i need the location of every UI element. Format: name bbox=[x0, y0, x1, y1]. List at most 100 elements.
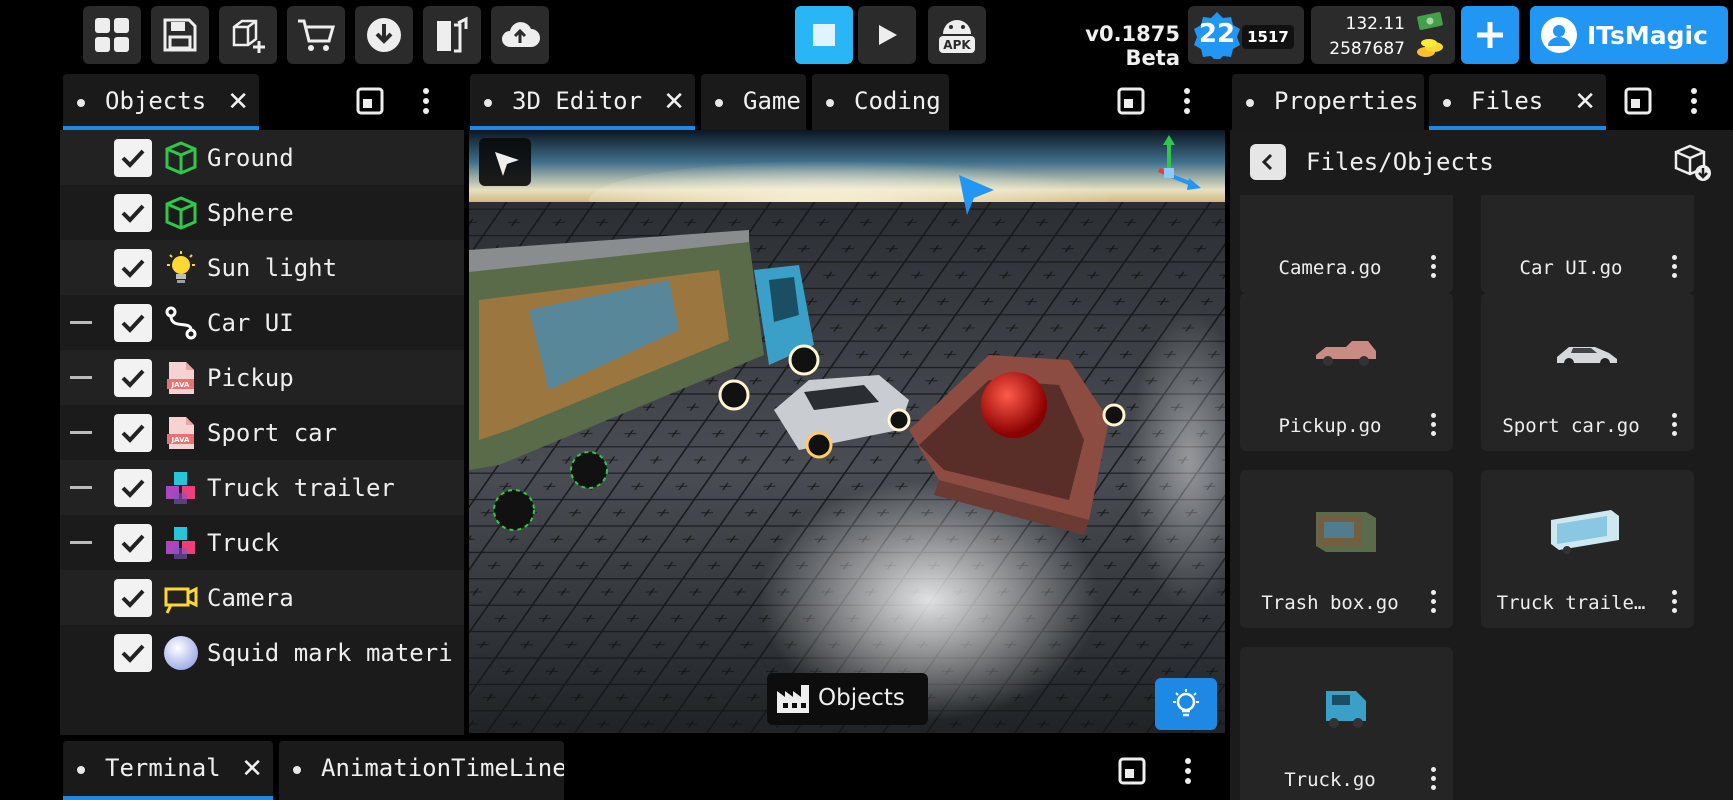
cloud-upload-button[interactable] bbox=[491, 6, 549, 64]
tab-objects[interactable]: Objects ✕ bbox=[63, 74, 259, 130]
object-row[interactable]: JAVA Sport car bbox=[60, 405, 464, 460]
visibility-checkbox[interactable] bbox=[114, 359, 152, 397]
more-vert-icon[interactable] bbox=[1172, 86, 1202, 116]
coins-icon bbox=[1417, 39, 1443, 57]
object-row[interactable]: Car UI bbox=[60, 295, 464, 350]
editor-tabbar: 3D Editor ✕ Game Coding bbox=[469, 70, 1225, 130]
tab-dot bbox=[293, 766, 301, 774]
file-card[interactable]: Truck traile… bbox=[1481, 470, 1694, 628]
stop-button[interactable] bbox=[795, 6, 853, 64]
truck-icon bbox=[1306, 675, 1386, 735]
add-currency-button[interactable] bbox=[1461, 6, 1519, 64]
save-icon bbox=[163, 18, 197, 52]
maximize-icon[interactable] bbox=[1623, 86, 1653, 116]
close-icon[interactable]: ✕ bbox=[227, 87, 249, 117]
objects-overlay-button[interactable]: Objects bbox=[767, 673, 928, 725]
collapse-icon[interactable] bbox=[70, 376, 92, 379]
object-row[interactable]: Camera bbox=[60, 570, 464, 625]
lighting-toggle-button[interactable] bbox=[1155, 678, 1217, 730]
visibility-checkbox[interactable] bbox=[114, 139, 152, 177]
more-vert-icon[interactable] bbox=[1431, 413, 1437, 437]
visibility-checkbox[interactable] bbox=[114, 249, 152, 287]
file-card[interactable]: Pickup.go bbox=[1240, 293, 1453, 451]
cubes-icon bbox=[162, 524, 200, 562]
object-row[interactable]: Sun light bbox=[60, 240, 464, 295]
object-row[interactable]: Ground bbox=[60, 130, 464, 185]
visibility-checkbox[interactable] bbox=[114, 414, 152, 452]
mesh-icon bbox=[162, 194, 200, 232]
tab-terminal[interactable]: Terminal ✕ bbox=[63, 741, 273, 800]
check-icon bbox=[121, 424, 145, 443]
light-bulb-icon bbox=[162, 249, 200, 287]
tab-animation-timeline[interactable]: AnimationTimeLine bbox=[279, 741, 564, 800]
import-package-icon[interactable] bbox=[1672, 142, 1712, 182]
apk-build-button[interactable]: APK bbox=[928, 6, 986, 64]
add-object-button[interactable] bbox=[219, 6, 277, 64]
visibility-checkbox[interactable] bbox=[114, 194, 152, 232]
version-label: v0.1875 Beta bbox=[1085, 22, 1180, 70]
maximize-icon[interactable] bbox=[1117, 756, 1147, 786]
cash-amount: 132.11 bbox=[1345, 14, 1405, 34]
object-row[interactable]: Truck bbox=[60, 515, 464, 570]
more-vert-icon[interactable] bbox=[1672, 590, 1678, 614]
visibility-checkbox[interactable] bbox=[114, 634, 152, 672]
visibility-checkbox[interactable] bbox=[114, 524, 152, 562]
collapse-icon[interactable] bbox=[70, 486, 92, 489]
tab-coding[interactable]: Coding bbox=[812, 74, 949, 130]
level-badge[interactable]: 22 1517 bbox=[1188, 6, 1304, 64]
object-row[interactable]: Squid mark materi bbox=[60, 625, 464, 680]
back-button[interactable] bbox=[1250, 144, 1286, 180]
grid-button[interactable] bbox=[83, 6, 141, 64]
file-card[interactable]: Sport car.go bbox=[1481, 293, 1694, 451]
collapse-icon[interactable] bbox=[70, 541, 92, 544]
maximize-icon[interactable] bbox=[355, 86, 385, 116]
object-label: Sport car bbox=[207, 419, 338, 447]
more-vert-icon[interactable] bbox=[1431, 590, 1437, 614]
more-vert-icon[interactable] bbox=[1173, 756, 1203, 786]
download-button[interactable] bbox=[355, 6, 413, 64]
svg-text:JAVA: JAVA bbox=[171, 436, 190, 444]
export-button[interactable] bbox=[423, 6, 481, 64]
visibility-checkbox[interactable] bbox=[114, 304, 152, 342]
tab-files[interactable]: Files ✕ bbox=[1429, 74, 1606, 130]
tab-properties[interactable]: Properties bbox=[1232, 74, 1424, 130]
collapse-icon[interactable] bbox=[70, 431, 92, 434]
more-vert-icon[interactable] bbox=[411, 86, 441, 116]
close-icon[interactable]: ✕ bbox=[1574, 87, 1596, 117]
play-button[interactable] bbox=[858, 6, 916, 64]
maximize-icon[interactable] bbox=[1116, 86, 1146, 116]
object-row[interactable]: Sphere bbox=[60, 185, 464, 240]
camera-icon bbox=[162, 579, 200, 617]
tab-3d-editor[interactable]: 3D Editor ✕ bbox=[470, 74, 695, 130]
collapse-icon[interactable] bbox=[70, 321, 92, 324]
more-vert-icon[interactable] bbox=[1672, 255, 1678, 279]
tab-game[interactable]: Game bbox=[701, 74, 806, 130]
file-card[interactable]: Trash box.go bbox=[1240, 470, 1453, 628]
visibility-checkbox[interactable] bbox=[114, 579, 152, 617]
more-vert-icon[interactable] bbox=[1431, 767, 1437, 791]
visibility-checkbox[interactable] bbox=[114, 469, 152, 507]
objects-overlay-label: Objects bbox=[818, 685, 905, 711]
close-icon[interactable]: ✕ bbox=[241, 754, 263, 784]
trailer-icon bbox=[1547, 498, 1627, 558]
file-card[interactable]: Truck.go bbox=[1240, 647, 1453, 800]
more-vert-icon[interactable] bbox=[1672, 413, 1678, 437]
file-card[interactable]: Camera.go bbox=[1240, 195, 1453, 293]
user-account-button[interactable]: ITsMagic bbox=[1530, 6, 1728, 64]
sphere-model[interactable] bbox=[981, 372, 1047, 438]
object-label: Ground bbox=[207, 144, 294, 172]
file-card[interactable]: Car UI.go bbox=[1481, 195, 1694, 293]
currency-box[interactable]: 132.11 2587687 bbox=[1311, 6, 1455, 64]
more-vert-icon[interactable] bbox=[1679, 86, 1709, 116]
close-icon[interactable]: ✕ bbox=[663, 87, 685, 117]
tab-label: 3D Editor bbox=[512, 87, 643, 115]
object-row[interactable]: Truck trailer bbox=[60, 460, 464, 515]
trash-box-icon bbox=[1306, 498, 1386, 558]
object-row[interactable]: JAVA Pickup bbox=[60, 350, 464, 405]
save-button[interactable] bbox=[151, 6, 209, 64]
store-button[interactable] bbox=[287, 6, 345, 64]
more-vert-icon[interactable] bbox=[1431, 255, 1437, 279]
level-number: 22 bbox=[1198, 19, 1236, 49]
objects-panel: Objects ✕ Ground Sphere Sun light Car UI JAV… bbox=[60, 70, 464, 735]
3d-viewport[interactable] bbox=[469, 130, 1225, 733]
